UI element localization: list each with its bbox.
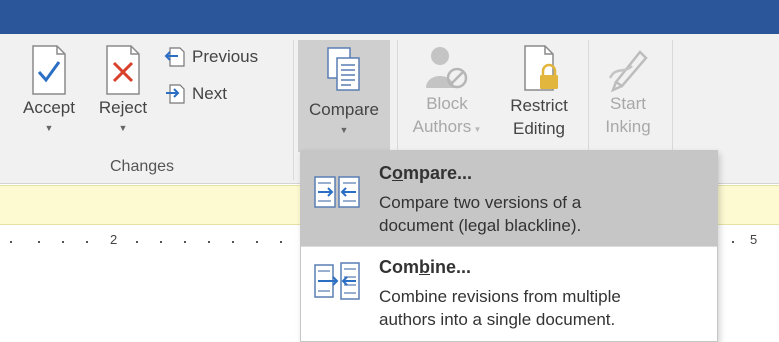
start-inking-icon	[608, 50, 648, 92]
compare-icon	[327, 47, 360, 91]
start-inking-button[interactable]: Start Inking	[592, 44, 664, 138]
ruler-tick	[136, 241, 138, 243]
restrict-editing-label: Editing	[513, 119, 565, 138]
ruler-tick	[280, 241, 282, 243]
ruler-tick	[38, 241, 40, 243]
reject-icon	[106, 45, 140, 95]
combine-documents-icon	[314, 262, 360, 300]
previous-change-icon	[164, 47, 185, 67]
ruler-mark: 2	[110, 232, 118, 247]
next-change-icon	[166, 84, 185, 104]
ruler-tick	[208, 241, 210, 243]
compare-documents-icon	[314, 176, 360, 208]
accept-dropdown-arrow-icon[interactable]: ▼	[45, 122, 54, 134]
compare-menu-title: Compare...	[379, 163, 473, 183]
block-authors-label: Authors ▼	[412, 117, 482, 136]
previous-button[interactable]: Previous	[164, 46, 258, 68]
ruler-tick	[256, 241, 258, 243]
compare-dropdown-menu: Compare... Compare two versions of a doc…	[300, 150, 718, 342]
ruler-tick	[160, 241, 162, 243]
accept-label: Accept	[23, 98, 75, 117]
menu-item-compare[interactable]: Compare... Compare two versions of a doc…	[301, 151, 717, 246]
compare-label: Compare	[309, 100, 379, 119]
restrict-label: Restrict	[510, 96, 568, 115]
block-authors-dropdown-arrow-icon[interactable]: ▼	[471, 125, 481, 134]
block-label: Block	[426, 94, 468, 113]
changes-group-label: Changes	[110, 158, 175, 175]
combine-menu-description: Combine revisions from multiple authors …	[379, 287, 621, 329]
accept-icon	[32, 45, 66, 95]
reject-label: Reject	[98, 98, 148, 117]
ruler-tick	[62, 241, 64, 243]
restrict-editing-button[interactable]: Restrict Editing	[496, 44, 582, 140]
start-inking-label: Inking	[605, 117, 651, 136]
ruler-tick	[10, 241, 12, 243]
title-bar	[0, 0, 779, 34]
menu-item-combine[interactable]: Combine... Combine revisions from multip…	[301, 247, 717, 342]
group-separator	[293, 40, 294, 180]
combine-menu-title: Combine...	[379, 257, 472, 277]
next-label: Next	[192, 84, 227, 103]
accept-button[interactable]: Accept ▼	[16, 44, 82, 134]
compare-button-content[interactable]: Compare ▼	[298, 46, 390, 136]
block-authors-icon	[426, 47, 468, 89]
ruler-tick	[232, 241, 234, 243]
ruler-mark: 5	[750, 232, 758, 247]
ruler-tick	[732, 241, 734, 243]
block-authors-button[interactable]: Block Authors ▼	[404, 44, 490, 138]
compare-menu-description: Compare two versions of a document (lega…	[379, 193, 582, 235]
start-label: Start	[610, 94, 646, 113]
next-button[interactable]: Next	[164, 83, 227, 105]
ruler-tick	[184, 241, 186, 243]
compare-dropdown-arrow-icon[interactable]: ▼	[340, 124, 349, 136]
reject-dropdown-arrow-icon[interactable]: ▼	[119, 122, 128, 134]
previous-label: Previous	[192, 47, 259, 66]
reject-button[interactable]: Reject ▼	[90, 44, 156, 134]
restrict-editing-icon	[524, 45, 558, 91]
ruler-tick	[86, 241, 88, 243]
